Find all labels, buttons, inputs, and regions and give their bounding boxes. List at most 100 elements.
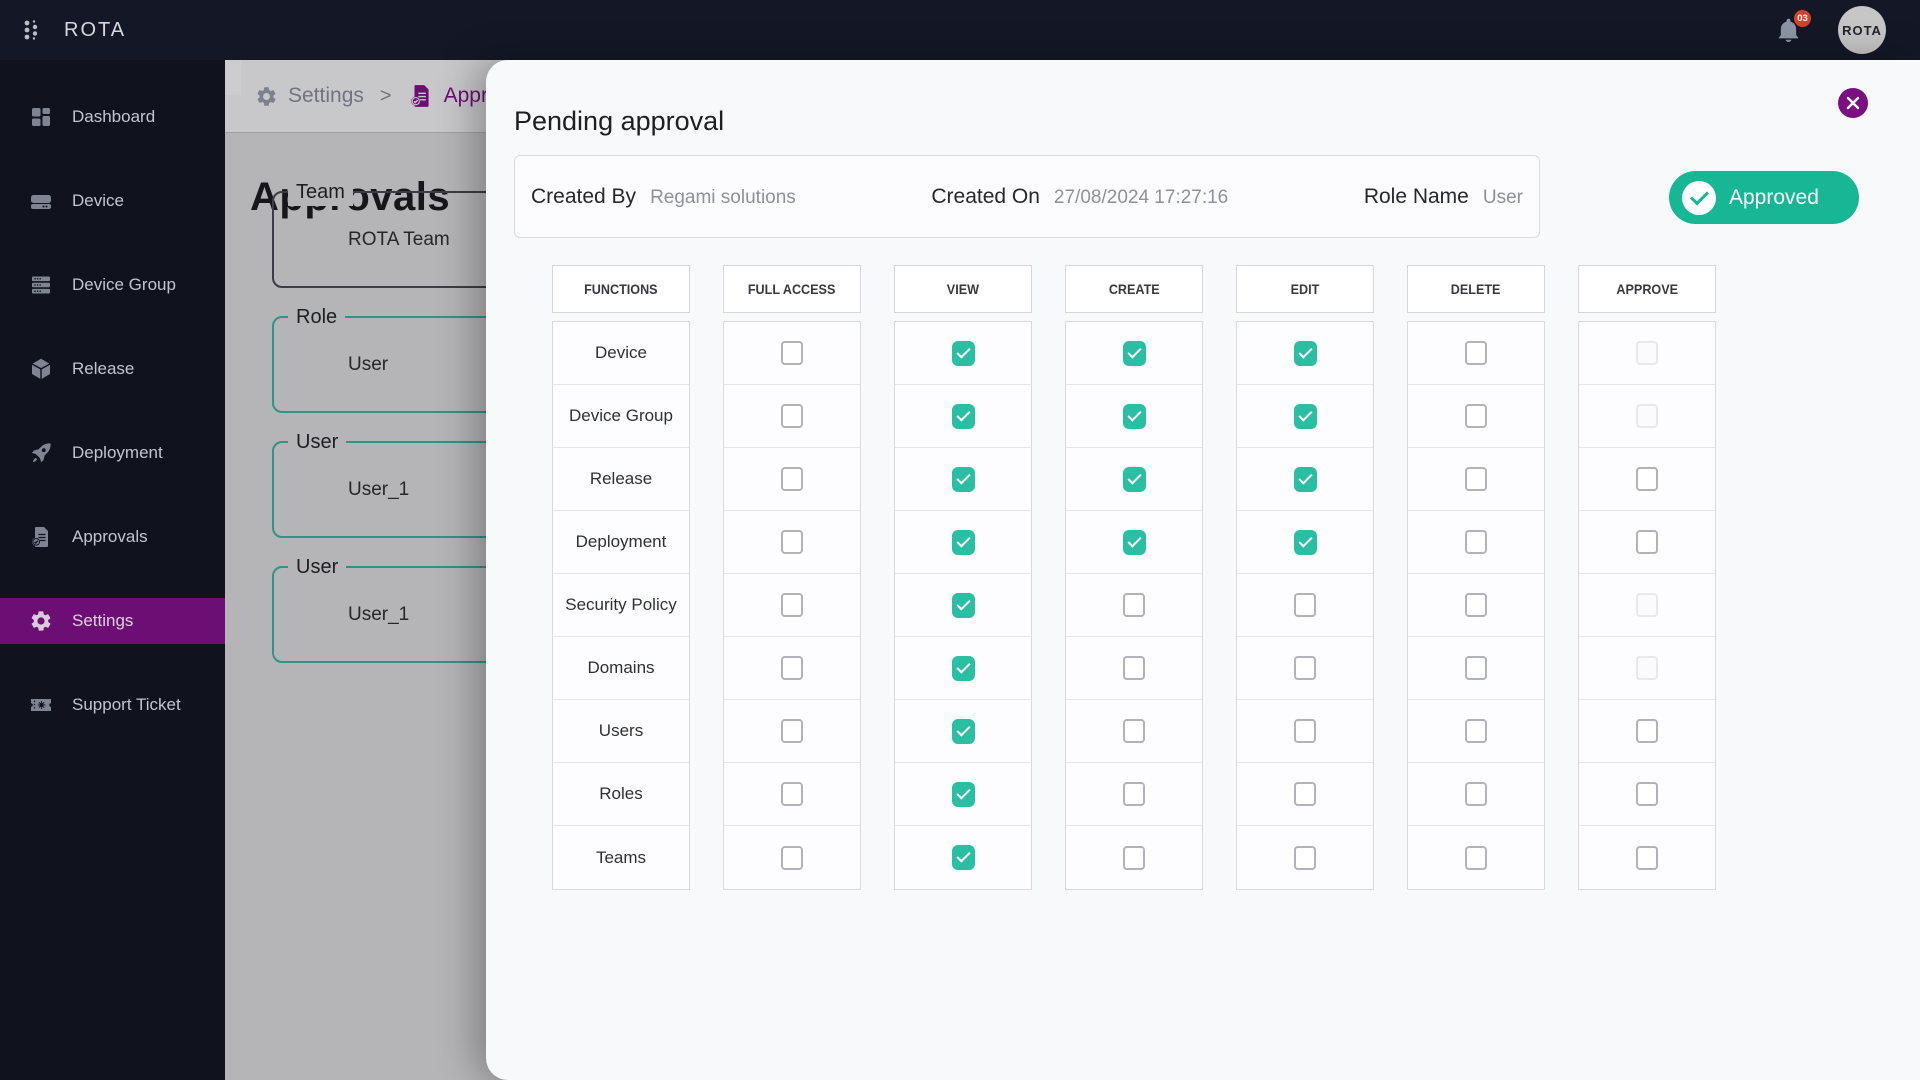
approvals-icon (28, 524, 54, 550)
avatar[interactable]: ROTA (1838, 6, 1886, 54)
checkbox-create-teams[interactable] (1123, 845, 1145, 870)
close-icon (1846, 96, 1860, 110)
sidebar-item-dashboard[interactable]: Dashboard (0, 94, 225, 140)
cell-create-users (1066, 700, 1202, 763)
cell-delete-users (1408, 700, 1544, 763)
sidebar-item-device-group[interactable]: Device Group (0, 262, 225, 308)
approved-status-button[interactable]: Approved (1669, 171, 1859, 224)
cell-edit-deployment (1237, 511, 1373, 574)
checkbox-edit-release[interactable] (1293, 466, 1317, 492)
card-value: User_1 (348, 478, 410, 500)
checkbox-edit-domains[interactable] (1294, 656, 1316, 680)
checkbox-delete-security-policy[interactable] (1465, 593, 1487, 617)
cell-approve-teams (1579, 826, 1715, 889)
checkbox-view-roles[interactable] (951, 781, 975, 807)
checkbox-edit-roles[interactable] (1294, 782, 1316, 806)
checkbox-edit-device-group[interactable] (1293, 403, 1317, 429)
cell-edit-users (1237, 700, 1373, 763)
checkbox-view-release[interactable] (951, 466, 975, 492)
cell-view-release (895, 448, 1031, 511)
gear-icon (255, 85, 278, 108)
sidebar-item-approvals[interactable]: Approvals (0, 514, 225, 560)
created-by-group: Created By Regami solutions (531, 185, 796, 209)
checkbox-edit-users[interactable] (1294, 719, 1316, 743)
checkbox-full_access-security-policy[interactable] (781, 593, 803, 617)
checkbox-full_access-device[interactable] (781, 341, 803, 365)
checkbox-delete-roles[interactable] (1465, 782, 1487, 806)
checkbox-create-deployment[interactable] (1122, 529, 1146, 555)
checkbox-full_access-release[interactable] (781, 467, 803, 491)
checkbox-delete-device[interactable] (1465, 341, 1487, 365)
checkbox-approve-deployment[interactable] (1636, 530, 1658, 554)
checkbox-create-device-group[interactable] (1122, 403, 1146, 429)
checkbox-full_access-device-group[interactable] (781, 404, 803, 428)
checkbox-edit-security-policy[interactable] (1294, 593, 1316, 617)
checkbox-edit-teams[interactable] (1294, 845, 1316, 870)
close-button[interactable] (1838, 88, 1868, 118)
checkbox-full_access-teams[interactable] (781, 845, 803, 870)
breadcrumb-item-settings[interactable]: Settings (288, 84, 364, 108)
cell-create-release (1066, 448, 1202, 511)
checkbox-approve-teams[interactable] (1636, 845, 1658, 870)
checkbox-approve-users[interactable] (1636, 719, 1658, 743)
checkbox-approve-roles[interactable] (1636, 782, 1658, 806)
sidebar-item-settings[interactable]: Settings (0, 598, 225, 644)
permissions-table: FUNCTIONS Device Device Group Release Deploy… (552, 265, 1716, 890)
checkbox-full_access-domains[interactable] (781, 656, 803, 680)
checkbox-view-domains[interactable] (951, 655, 975, 681)
breadcrumb-separator: > (379, 84, 392, 107)
checkbox-delete-domains[interactable] (1465, 656, 1487, 680)
checkbox-delete-release[interactable] (1465, 467, 1487, 491)
checkbox-delete-device-group[interactable] (1465, 404, 1487, 428)
cell-full_access-users (724, 700, 860, 763)
checkbox-view-deployment[interactable] (951, 529, 975, 555)
checkbox-approve-security-policy (1636, 593, 1658, 617)
checkbox-edit-deployment[interactable] (1293, 529, 1317, 555)
checkbox-create-roles[interactable] (1123, 782, 1145, 806)
checkbox-create-device[interactable] (1122, 340, 1146, 366)
column-header-functions: FUNCTIONS (552, 265, 690, 313)
column-body-view (894, 321, 1032, 890)
checkbox-delete-teams[interactable] (1465, 845, 1487, 870)
checkbox-full_access-users[interactable] (781, 719, 803, 743)
checkbox-delete-deployment[interactable] (1465, 530, 1487, 554)
checkbox-approve-release[interactable] (1636, 467, 1658, 491)
cell-delete-deployment (1408, 511, 1544, 574)
sidebar-item-label: Device Group (72, 275, 176, 294)
cell-edit-device (1237, 322, 1373, 385)
sidebar-item-release[interactable]: Release (0, 346, 225, 392)
function-cell-release: Release (553, 448, 689, 511)
checkbox-view-device[interactable] (951, 340, 975, 366)
notifications-button[interactable]: 03 (1775, 9, 1811, 44)
checkbox-create-security-policy[interactable] (1123, 593, 1145, 617)
checkbox-view-device-group[interactable] (951, 403, 975, 429)
cell-view-device-group (895, 385, 1031, 448)
checkbox-create-domains[interactable] (1123, 656, 1145, 680)
app-name: ROTA (64, 18, 127, 41)
cell-full_access-device-group (724, 385, 860, 448)
cell-delete-device (1408, 322, 1544, 385)
checkbox-delete-users[interactable] (1465, 719, 1487, 743)
checkbox-edit-device[interactable] (1293, 340, 1317, 366)
rota-logo-icon (20, 17, 46, 43)
cell-create-deployment (1066, 511, 1202, 574)
topbar-right: 03 ROTA (1775, 6, 1920, 54)
checkbox-view-teams[interactable] (951, 845, 975, 870)
checkbox-create-release[interactable] (1122, 466, 1146, 492)
cell-edit-teams (1237, 826, 1373, 889)
sidebar-item-device[interactable]: Device (0, 178, 225, 224)
function-label: Security Policy (565, 595, 677, 615)
cell-approve-users (1579, 700, 1715, 763)
sidebar-item-deployment[interactable]: Deployment (0, 430, 225, 476)
app-logo[interactable]: ROTA (0, 17, 126, 43)
checkbox-view-users[interactable] (951, 718, 975, 744)
checkbox-full_access-deployment[interactable] (781, 530, 803, 554)
checkbox-create-users[interactable] (1123, 719, 1145, 743)
cell-edit-security-policy (1237, 574, 1373, 637)
checkbox-view-security-policy[interactable] (951, 592, 975, 618)
cell-view-domains (895, 637, 1031, 700)
sidebar-item-support-ticket[interactable]: Support Ticket (0, 682, 225, 728)
checkbox-full_access-roles[interactable] (781, 782, 803, 806)
notification-badge: 03 (1794, 9, 1811, 27)
deployment-icon (28, 440, 54, 466)
